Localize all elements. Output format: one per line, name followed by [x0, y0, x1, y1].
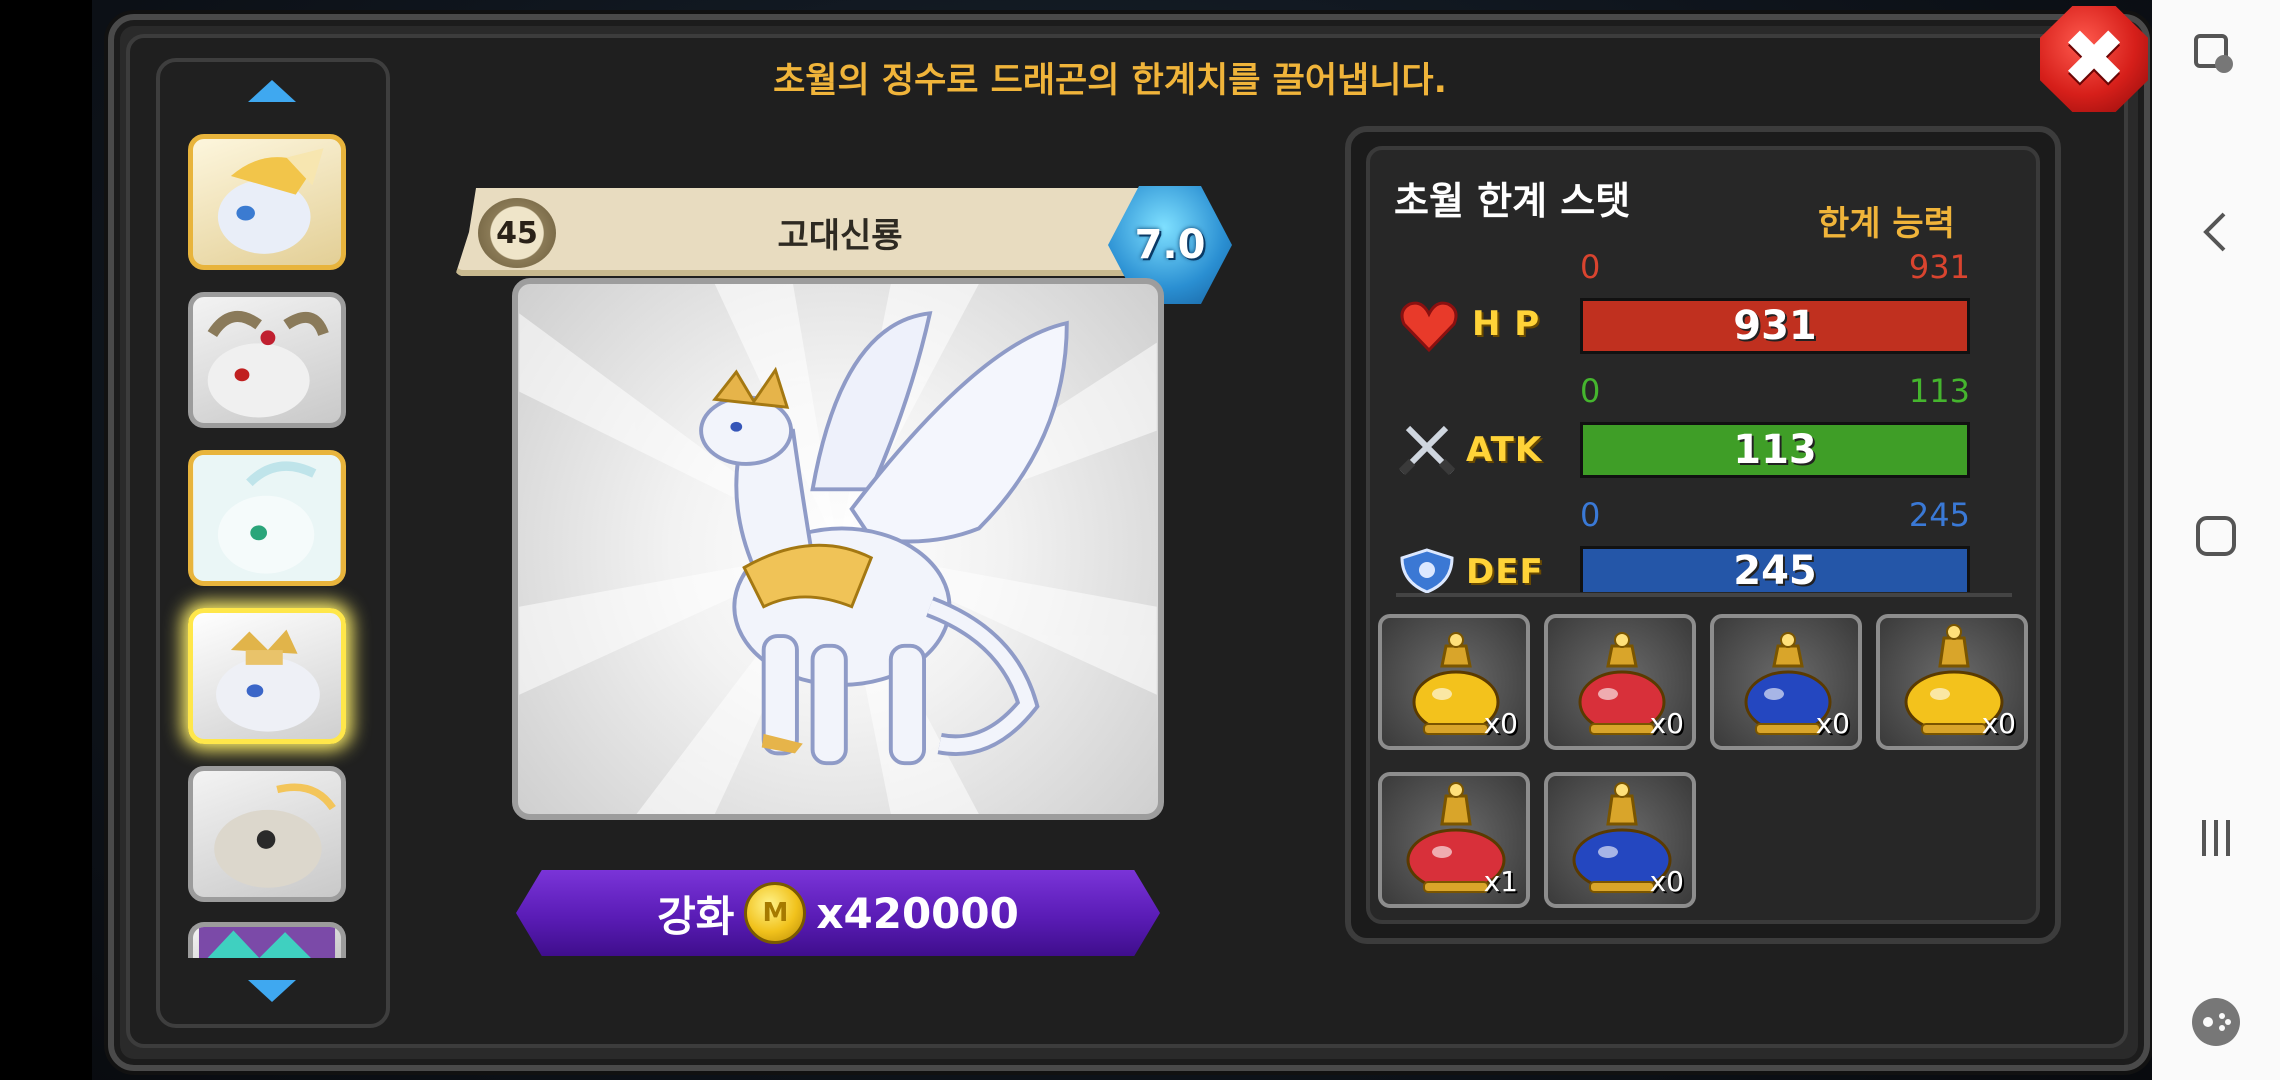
enhance-cost: x420000: [816, 888, 1019, 938]
item-slot-red-large-potion[interactable]: x1: [1378, 772, 1530, 908]
scroll-down-icon[interactable]: [244, 976, 300, 1006]
atk-bar: 113: [1580, 422, 1970, 478]
dragon-thumb-1[interactable]: [188, 134, 346, 270]
screen-edge: [0, 0, 92, 1080]
dragon-thumb-3[interactable]: [188, 450, 346, 586]
dragon-illustration: [519, 284, 1157, 814]
item-slot-red-potion[interactable]: x0: [1544, 614, 1696, 750]
atk-min-value: 0: [1580, 372, 1601, 410]
item-slot-gold-potion[interactable]: x0: [1378, 614, 1530, 750]
hp-bar: 931: [1580, 298, 1970, 354]
def-min-value: 0: [1580, 496, 1601, 534]
stats-subtitle: 한계 능력: [1818, 204, 1955, 244]
heart-icon: [1400, 301, 1458, 353]
item-count: x0: [1483, 707, 1518, 740]
stats-title: 초월 한계 스탯: [1394, 179, 1631, 223]
item-count: x0: [1981, 707, 2016, 740]
item-count: x0: [1815, 707, 1850, 740]
scroll-up-icon[interactable]: [244, 76, 300, 106]
crossed-swords-icon: [1398, 425, 1456, 476]
dragon-thumb-4-selected[interactable]: [188, 608, 346, 744]
hp-max-value: 931: [1908, 248, 1970, 286]
game-tools-icon[interactable]: [2184, 990, 2248, 1054]
coin-icon: M: [744, 882, 807, 944]
dragon-thumb-5[interactable]: [188, 766, 346, 902]
dragon-thumb-2[interactable]: [188, 292, 346, 428]
hp-label: H P: [1472, 304, 1541, 344]
def-value: 245: [1733, 547, 1817, 594]
item-slot-blue-large-potion[interactable]: x0: [1544, 772, 1696, 908]
atk-max-value: 113: [1908, 372, 1970, 410]
enhance-label: 강화: [657, 891, 735, 941]
atk-label: ATK: [1466, 430, 1543, 470]
item-count: x0: [1649, 865, 1684, 898]
level-badge: 45: [478, 198, 556, 268]
shield-icon: [1400, 548, 1454, 594]
dragon-name: 고대신룡: [777, 216, 903, 256]
dragon-thumb-6[interactable]: [188, 922, 346, 958]
screen-touch-icon[interactable]: [2184, 24, 2248, 88]
enhance-button[interactable]: 강화 M x420000: [516, 870, 1160, 956]
def-bar: 245: [1580, 546, 1970, 594]
hp-value: 931: [1733, 303, 1817, 349]
item-slot-blue-potion[interactable]: x0: [1710, 614, 1862, 750]
item-count: x0: [1649, 707, 1684, 740]
back-icon[interactable]: [2184, 200, 2248, 264]
item-slot-gold-large-potion[interactable]: x0: [1876, 614, 2028, 750]
hp-min-value: 0: [1580, 248, 1601, 286]
def-label: DEF: [1466, 552, 1544, 592]
header-message: 초월의 정수로 드래곤의 한계치를 끌어냅니다.: [773, 61, 1447, 101]
home-icon[interactable]: [2184, 504, 2248, 568]
dragon-portrait: [512, 278, 1164, 820]
android-nav-bar: [2152, 0, 2280, 1080]
close-icon: ✖: [2061, 14, 2127, 104]
atk-value: 113: [1733, 427, 1817, 473]
def-max-value: 245: [1908, 496, 1970, 534]
recents-icon[interactable]: [2184, 806, 2248, 870]
item-count: x1: [1483, 865, 1518, 898]
stats-divider: [1396, 593, 2012, 597]
